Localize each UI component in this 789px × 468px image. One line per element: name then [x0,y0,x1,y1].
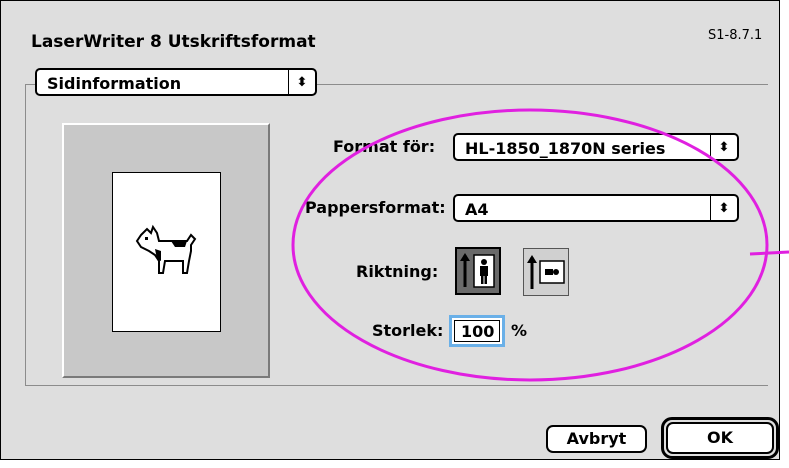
page-setup-dialog: LaserWriter 8 Utskriftsformat S1-8.7.1 S… [0,0,780,460]
paper-size-popup[interactable]: A4 ⬍ [453,194,739,222]
page-preview-paper [112,172,221,332]
format-for-value: HL-1850_1870N series [465,139,666,158]
landscape-person-icon [527,255,565,289]
popup-arrows-icon: ⬍ [288,70,315,94]
dialog-title: LaserWriter 8 Utskriftsformat [31,32,316,52]
format-for-popup[interactable]: HL-1850_1870N series ⬍ [453,133,739,161]
dogcow-icon [135,224,197,274]
portrait-orientation-button[interactable] [455,247,501,295]
popup-arrows-icon: ⬍ [710,196,737,220]
scale-unit-label: % [511,321,528,340]
section-popup[interactable]: Sidinformation ⬍ [35,68,317,96]
cancel-button[interactable]: Avbryt [546,425,647,453]
paper-size-label: Pappersformat: [305,198,446,217]
landscape-orientation-button[interactable] [523,248,569,296]
paper-size-value: A4 [465,200,489,219]
section-popup-value: Sidinformation [47,74,182,93]
portrait-person-icon [460,253,495,288]
scale-field[interactable]: 100 [449,315,505,347]
format-for-label: Format för: [333,137,436,156]
ok-button[interactable]: OK [666,422,774,454]
scale-label: Storlek: [372,321,444,340]
orientation-label: Riktning: [356,262,439,281]
scale-value[interactable]: 100 [454,320,500,342]
popup-arrows-icon: ⬍ [710,135,737,159]
version-label: S1-8.7.1 [708,28,763,43]
